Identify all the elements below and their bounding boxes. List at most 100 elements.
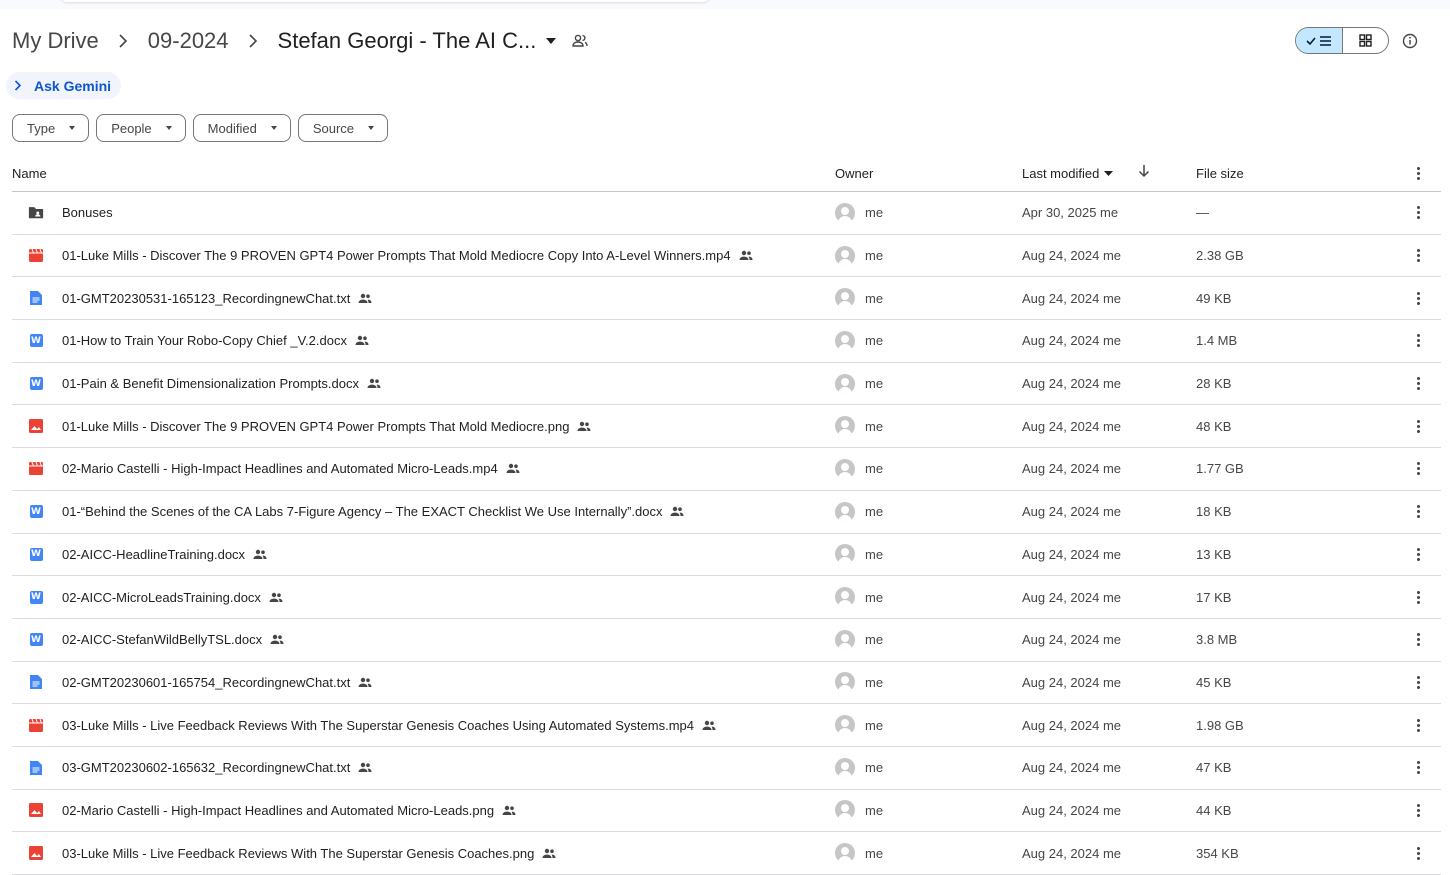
file-name-cell[interactable]: 02-GMT20230601-165754_RecordingnewChat.t… — [62, 662, 372, 704]
column-header-file-size[interactable]: File size — [1196, 166, 1244, 181]
word-doc-icon: W — [29, 377, 43, 391]
more-options-icon[interactable] — [1412, 277, 1424, 319]
file-name-cell[interactable]: 01-Luke Mills - Discover The 9 PROVEN GP… — [62, 235, 753, 277]
more-options-icon[interactable] — [1412, 448, 1424, 490]
owner-name: me — [865, 845, 884, 861]
info-icon[interactable] — [1399, 30, 1421, 52]
avatar — [835, 843, 855, 864]
more-options-icon[interactable] — [1412, 405, 1424, 447]
more-options-icon[interactable] — [1412, 235, 1424, 277]
more-options-icon[interactable] — [1412, 832, 1424, 874]
more-options-icon[interactable] — [1412, 192, 1424, 234]
owner-cell: me — [835, 235, 883, 277]
more-options-icon[interactable] — [1412, 491, 1424, 533]
ask-gemini-button[interactable]: Ask Gemini — [6, 72, 122, 99]
more-options-icon[interactable] — [1412, 790, 1424, 832]
file-name-cell[interactable]: 03-Luke Mills - Live Feedback Reviews Wi… — [62, 832, 556, 874]
file-name: 02-Mario Castelli - High-Impact Headline… — [62, 461, 498, 477]
filter-type[interactable]: Type — [12, 114, 90, 142]
owner-name: me — [865, 546, 884, 562]
file-name: 03-GMT20230602-165632_RecordingnewChat.t… — [62, 760, 351, 776]
file-name-cell[interactable]: 02-AICC-StefanWildBellyTSL.docx — [62, 619, 284, 661]
file-name-cell[interactable]: 01-Luke Mills - Discover The 9 PROVEN GP… — [62, 405, 591, 447]
file-name-cell[interactable]: 01-GMT20230531-165123_RecordingnewChat.t… — [62, 277, 372, 319]
grid-view-button[interactable] — [1343, 28, 1389, 53]
dropdown-arrow-icon[interactable] — [546, 38, 557, 44]
more-options-icon[interactable] — [1412, 167, 1424, 180]
owner-cell: me — [835, 832, 883, 874]
more-options-icon[interactable] — [1412, 320, 1424, 362]
table-row[interactable]: W 02-AICC-HeadlineTraining.docx me Aug 24, … — [12, 534, 1441, 577]
file-name-cell[interactable]: 02-Mario Castelli - High-Impact Headline… — [62, 790, 516, 832]
avatar — [835, 587, 855, 608]
file-name-cell[interactable]: Bonuses — [62, 192, 113, 234]
filter-modified[interactable]: Modified — [192, 114, 291, 142]
avatar — [835, 373, 855, 394]
more-options-icon[interactable] — [1412, 662, 1424, 704]
more-options-icon[interactable] — [1412, 363, 1424, 405]
owner-cell: me — [835, 491, 883, 533]
table-row[interactable]: 03-GMT20230602-165632_RecordingnewChat.t… — [12, 747, 1441, 790]
table-row[interactable]: 02-GMT20230601-165754_RecordingnewChat.t… — [12, 662, 1441, 705]
owner-cell: me — [835, 619, 883, 661]
column-header-last-modified[interactable]: Last modified — [1022, 166, 1114, 181]
file-name: Bonuses — [62, 205, 113, 221]
breadcrumb-09-2024[interactable]: 09-2024 — [148, 28, 229, 54]
breadcrumb-my-drive[interactable]: My Drive — [12, 28, 99, 54]
file-size: 28 KB — [1196, 376, 1232, 392]
more-options-icon[interactable] — [1412, 747, 1424, 789]
file-name: 03-Luke Mills - Live Feedback Reviews Wi… — [62, 845, 535, 861]
search-bar-edge[interactable] — [60, 0, 710, 2]
column-header-name[interactable]: Name — [12, 166, 47, 181]
table-row[interactable]: 01-Luke Mills - Discover The 9 PROVEN GP… — [12, 405, 1441, 449]
filter-source[interactable]: Source — [297, 114, 389, 142]
last-modified: Aug 24, 2024 me — [1022, 418, 1122, 434]
table-row[interactable]: 01-Luke Mills - Discover The 9 PROVEN GP… — [12, 235, 1441, 278]
table-row[interactable]: 03-Luke Mills - Live Feedback Reviews Wi… — [12, 832, 1441, 875]
file-size: 47 KB — [1196, 760, 1232, 776]
image-file-icon — [28, 832, 44, 874]
table-row[interactable]: W 02-AICC-StefanWildBellyTSL.docx me Aug 24… — [12, 619, 1441, 662]
file-name-cell[interactable]: 01-How to Train Your Robo-Copy Chief _V.… — [62, 320, 369, 362]
table-row[interactable]: 02-Mario Castelli - High-Impact Headline… — [12, 790, 1441, 833]
table-body: Bonuses me Apr 30, 2025 me — 01-Luke Mills -… — [12, 192, 1441, 875]
shared-folder-icon[interactable] — [572, 34, 589, 48]
table-row[interactable]: W 02-AICC-MicroLeadsTraining.docx me Aug 24… — [12, 576, 1441, 619]
table-row[interactable]: 02-Mario Castelli - High-Impact Headline… — [12, 448, 1441, 491]
table-row[interactable]: Bonuses me Apr 30, 2025 me — — [12, 192, 1441, 235]
more-options-icon[interactable] — [1412, 619, 1424, 661]
shared-icon — [253, 549, 267, 560]
table-row[interactable]: W 01-Pain & Benefit Dimensionalization Pr… — [12, 363, 1441, 406]
text-file-icon — [28, 277, 44, 319]
owner-name: me — [865, 290, 884, 306]
last-modified: Aug 24, 2024 me — [1022, 546, 1122, 562]
file-size: 13 KB — [1196, 546, 1232, 562]
more-options-icon[interactable] — [1412, 534, 1424, 576]
table-row[interactable]: W 01-How to Train Your Robo-Copy Chief _V… — [12, 320, 1441, 363]
file-name-cell[interactable]: 02-AICC-HeadlineTraining.docx — [62, 534, 267, 576]
file-name-cell[interactable]: 02-Mario Castelli - High-Impact Headline… — [62, 448, 520, 490]
more-options-icon[interactable] — [1412, 704, 1424, 746]
file-name-cell[interactable]: 01-“Behind the Scenes of the CA Labs 7-F… — [62, 491, 684, 533]
column-header-owner[interactable]: Owner — [835, 166, 873, 181]
filter-people[interactable]: People — [96, 114, 186, 142]
avatar — [835, 202, 855, 223]
shared-icon — [358, 293, 372, 304]
owner-cell: me — [835, 448, 883, 490]
file-name-cell[interactable]: 03-GMT20230602-165632_RecordingnewChat.t… — [62, 747, 372, 789]
file-name-cell[interactable]: 01-Pain & Benefit Dimensionalization Pro… — [62, 363, 381, 405]
dropdown-arrow-icon — [69, 126, 76, 130]
breadcrumb-current-folder[interactable]: Stefan Georgi - The AI C... — [278, 28, 537, 54]
table-row[interactable]: 01-GMT20230531-165123_RecordingnewChat.t… — [12, 277, 1441, 321]
more-options-icon[interactable] — [1412, 576, 1424, 618]
owner-cell: me — [835, 534, 883, 576]
table-row[interactable]: 03-Luke Mills - Live Feedback Reviews Wi… — [12, 704, 1441, 747]
list-view-button[interactable] — [1296, 28, 1343, 53]
file-name-cell[interactable]: 03-Luke Mills - Live Feedback Reviews Wi… — [62, 704, 716, 746]
sort-direction-arrow-icon[interactable] — [1138, 164, 1150, 181]
table-row[interactable]: W 01-“Behind the Scenes of the CA Labs 7-… — [12, 491, 1441, 534]
grid-icon — [1359, 34, 1372, 47]
filter-label: Modified — [207, 120, 257, 136]
avatar — [835, 458, 855, 479]
file-name-cell[interactable]: 02-AICC-MicroLeadsTraining.docx — [62, 576, 283, 618]
